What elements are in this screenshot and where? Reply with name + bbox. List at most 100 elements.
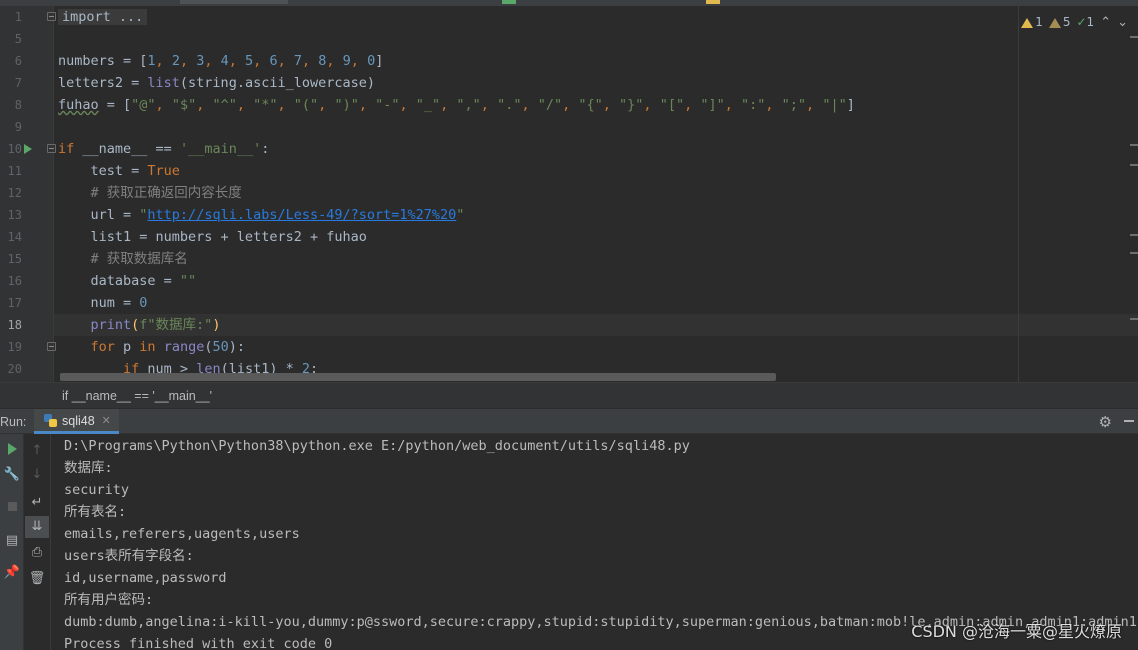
- clear-all-button[interactable]: 🗑: [25, 568, 49, 590]
- scroll-to-end-icon: ⇊: [31, 519, 43, 534]
- breadcrumb[interactable]: if __name__ == '__main__': [0, 382, 1138, 408]
- line-number[interactable]: 17: [0, 292, 22, 314]
- code-line[interactable]: url = "http://sqli.labs/Less-49/?sort=1%…: [54, 204, 1138, 226]
- line-number[interactable]: 18: [0, 314, 22, 336]
- code-text: import ...: [58, 6, 148, 28]
- soft-wrap-button[interactable]: ↵: [25, 492, 49, 514]
- code-token: url =: [58, 207, 140, 223]
- warning-indicator[interactable]: 1: [1021, 15, 1043, 29]
- code-text: letters2 = list(string.ascii_lowercase): [58, 72, 375, 94]
- code-token: ,: [204, 53, 221, 69]
- code-token: 4: [220, 53, 229, 69]
- code-line[interactable]: import ...: [54, 6, 1138, 28]
- code-token: "_": [415, 97, 441, 113]
- line-number[interactable]: 1: [0, 6, 22, 28]
- code-text: # 获取数据库名: [58, 248, 188, 270]
- print-button[interactable]: ⎙: [25, 542, 49, 564]
- code-token: "{": [578, 97, 603, 113]
- line-number[interactable]: 8: [0, 94, 22, 116]
- minimize-icon[interactable]: [1124, 420, 1134, 422]
- run-gutter-icon[interactable]: [24, 144, 32, 154]
- horizontal-scrollbar[interactable]: [60, 373, 776, 381]
- printer-icon: ⎙: [31, 545, 43, 560]
- console-line: Process finished with exit code 0: [64, 636, 333, 650]
- line-number[interactable]: 19: [0, 336, 22, 358]
- code-line[interactable]: letters2 = list(string.ascii_lowercase): [54, 72, 1138, 94]
- stop-button[interactable]: [0, 496, 24, 518]
- code-token: ]: [375, 53, 384, 69]
- line-number[interactable]: 20: [0, 358, 22, 380]
- code-token: '__main__': [179, 141, 262, 157]
- gear-icon[interactable]: ⚙: [1099, 413, 1112, 431]
- code-token: for: [90, 339, 124, 355]
- code-token: p: [123, 339, 140, 355]
- run-tab-label: sqli48: [62, 414, 95, 428]
- code-line[interactable]: print(f"数据库:"): [54, 314, 1138, 336]
- line-number[interactable]: 10: [0, 138, 22, 160]
- code-token: list1 = numbers + letters2 + fuhao: [58, 229, 367, 245]
- line-number[interactable]: 7: [0, 72, 22, 94]
- code-line[interactable]: # 获取数据库名: [54, 248, 1138, 270]
- arrow-down-icon: ↓: [31, 467, 43, 482]
- code-text: database = "": [58, 270, 197, 292]
- code-text: url = "http://sqli.labs/Less-49/?sort=1%…: [58, 204, 465, 226]
- code-token: ,: [358, 97, 376, 113]
- code-token: "": [179, 273, 197, 289]
- code-line[interactable]: # 获取正确返回内容长度: [54, 182, 1138, 204]
- line-number[interactable]: 13: [0, 204, 22, 226]
- code-text: numbers = [1, 2, 3, 4, 5, 6, 7, 8, 9, 0]: [58, 50, 383, 72]
- code-area[interactable]: import ... numbers = [1, 2, 3, 4, 5, 6, 7…: [54, 6, 1138, 382]
- play-icon: [7, 443, 17, 455]
- trash-icon: 🗑: [28, 571, 46, 586]
- run-toolbar-right: ↑ ↓ ↵ ⇊ ⎙ 🗑: [25, 434, 51, 650]
- code-token: ,: [806, 97, 823, 113]
- weak-warning-indicator[interactable]: 5: [1048, 15, 1070, 29]
- code-line[interactable]: fuhao = ["@", "$", "^", "*", "(", ")", "…: [54, 94, 1138, 116]
- code-text: # 获取正确返回内容长度: [58, 182, 242, 204]
- code-token: letters2 =: [58, 75, 148, 91]
- code-line[interactable]: [54, 28, 1138, 50]
- code-line[interactable]: [54, 116, 1138, 138]
- edit-config-button[interactable]: 🔧: [0, 464, 24, 486]
- chevron-down-icon[interactable]: ⌄: [1117, 15, 1128, 30]
- line-number[interactable]: 15: [0, 248, 22, 270]
- run-tab-sqli48[interactable]: sqli48 ✕: [34, 409, 119, 434]
- code-token: ):: [228, 339, 245, 355]
- rerun-button[interactable]: [0, 438, 24, 460]
- code-line[interactable]: test = True: [54, 160, 1138, 182]
- down-stack-button[interactable]: ↓: [25, 464, 49, 486]
- up-stack-button[interactable]: ↑: [25, 440, 49, 462]
- typo-indicator[interactable]: ✓1: [1076, 15, 1094, 29]
- code-token: 50: [212, 339, 229, 355]
- layout-button[interactable]: ▤: [0, 530, 24, 552]
- line-number[interactable]: 11: [0, 160, 22, 182]
- line-number[interactable]: 12: [0, 182, 22, 204]
- code-line[interactable]: if __name__ == '__main__':: [54, 138, 1138, 160]
- console-line: 所有用户密码:: [64, 592, 154, 608]
- pin-tab-button[interactable]: 📌: [0, 562, 24, 584]
- code-editor[interactable]: 1 5 6 7 8 9 10 11 12 13 14 15 16 17 18 19 20 import ... n…: [0, 6, 1138, 382]
- line-number[interactable]: 16: [0, 270, 22, 292]
- line-number[interactable]: 5: [0, 28, 22, 50]
- code-line[interactable]: database = "": [54, 270, 1138, 292]
- inspection-widget[interactable]: 1 5 ✓1 ⌃ ⌄: [1021, 14, 1128, 30]
- code-text: print(f"数据库:"): [58, 314, 221, 336]
- line-number[interactable]: 14: [0, 226, 22, 248]
- code-line[interactable]: list1 = numbers + letters2 + fuhao: [54, 226, 1138, 248]
- code-line[interactable]: num = 0: [54, 292, 1138, 314]
- close-icon[interactable]: ✕: [102, 414, 111, 431]
- code-line[interactable]: numbers = [1, 2, 3, 4, 5, 6, 7, 8, 9, 0]: [54, 50, 1138, 72]
- line-number[interactable]: 6: [0, 50, 22, 72]
- breadcrumb-item[interactable]: if __name__ == '__main__': [62, 389, 212, 403]
- code-token: ,: [236, 97, 254, 113]
- code-token: "(": [293, 97, 319, 113]
- stop-icon: [7, 502, 17, 511]
- chevron-up-icon[interactable]: ⌃: [1100, 15, 1111, 30]
- code-line[interactable]: for p in range(50):: [54, 336, 1138, 358]
- code-token: numbers = [: [58, 53, 148, 69]
- code-token: fuhao: [58, 97, 99, 113]
- scroll-to-end-button[interactable]: ⇊: [25, 516, 49, 538]
- line-number[interactable]: 9: [0, 116, 22, 138]
- code-token: 0: [139, 295, 148, 311]
